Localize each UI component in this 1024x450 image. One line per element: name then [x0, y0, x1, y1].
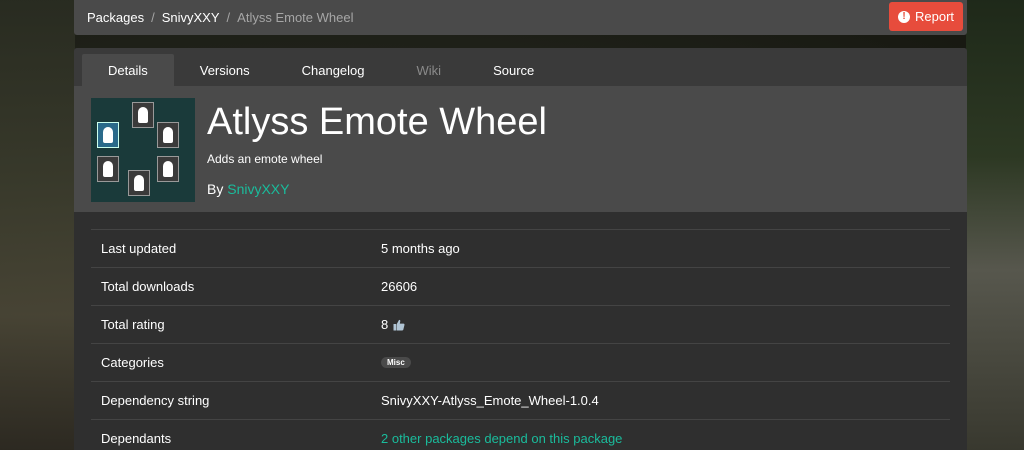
package-info-table: Last updated 5 months ago Total download…: [74, 212, 967, 450]
breadcrumb-current: Atlyss Emote Wheel: [237, 10, 354, 25]
package-title: Atlyss Emote Wheel: [207, 101, 547, 143]
info-row-last-updated: Last updated 5 months ago: [91, 229, 950, 267]
info-value: 5 months ago: [381, 241, 460, 256]
package-card: Details Versions Changelog Wiki Source A…: [74, 48, 967, 450]
categories-value: Misc: [381, 357, 411, 368]
info-row-total-downloads: Total downloads 26606: [91, 267, 950, 305]
package-header: Atlyss Emote Wheel Adds an emote wheel B…: [74, 86, 967, 212]
info-row-categories: Categories Misc: [91, 343, 950, 381]
info-label: Last updated: [101, 241, 177, 256]
info-label: Dependency string: [101, 393, 210, 408]
tab-versions[interactable]: Versions: [174, 54, 276, 86]
package-description: Adds an emote wheel: [207, 152, 323, 166]
byline-prefix: By: [207, 181, 224, 197]
info-row-dependants: Dependants 2 other packages depend on th…: [91, 419, 950, 450]
category-badge[interactable]: Misc: [381, 357, 411, 368]
package-icon: [91, 98, 195, 202]
author-link[interactable]: SnivyXXY: [227, 181, 289, 197]
report-button[interactable]: ! Report: [889, 2, 963, 31]
tab-bar: Details Versions Changelog Wiki Source: [74, 48, 967, 86]
info-label: Total downloads: [101, 279, 195, 294]
background-foliage-right: [966, 0, 1024, 450]
background-foliage-left: [0, 0, 75, 450]
breadcrumb-packages-link[interactable]: Packages: [87, 10, 144, 25]
info-label: Categories: [101, 355, 164, 370]
info-row-dependency-string: Dependency string SnivyXXY-Atlyss_Emote_…: [91, 381, 950, 419]
thumbs-up-icon[interactable]: [393, 319, 405, 331]
breadcrumb-author-link[interactable]: SnivyXXY: [162, 10, 220, 25]
tab-source[interactable]: Source: [467, 54, 560, 86]
tab-changelog[interactable]: Changelog: [276, 54, 391, 86]
breadcrumb-separator: /: [151, 10, 155, 25]
exclamation-circle-icon: !: [897, 10, 910, 23]
info-label: Dependants: [101, 431, 172, 446]
report-button-label: Report: [914, 9, 955, 24]
breadcrumb-separator: /: [226, 10, 231, 25]
package-byline: By SnivyXXY: [207, 181, 289, 197]
tab-wiki: Wiki: [416, 62, 442, 78]
breadcrumb-bar: Packages / SnivyXXY / Atlyss Emote Wheel…: [74, 0, 967, 35]
dependants-link[interactable]: 2 other packages depend on this package: [381, 431, 622, 446]
rating-value-group: 8: [381, 317, 405, 332]
rating-value: 8: [381, 317, 389, 332]
info-label: Total rating: [101, 317, 165, 332]
info-value: 26606: [381, 279, 418, 294]
info-row-total-rating: Total rating 8: [91, 305, 950, 343]
tab-details[interactable]: Details: [82, 54, 174, 86]
dependency-string-value: SnivyXXY-Atlyss_Emote_Wheel-1.0.4: [381, 393, 599, 408]
